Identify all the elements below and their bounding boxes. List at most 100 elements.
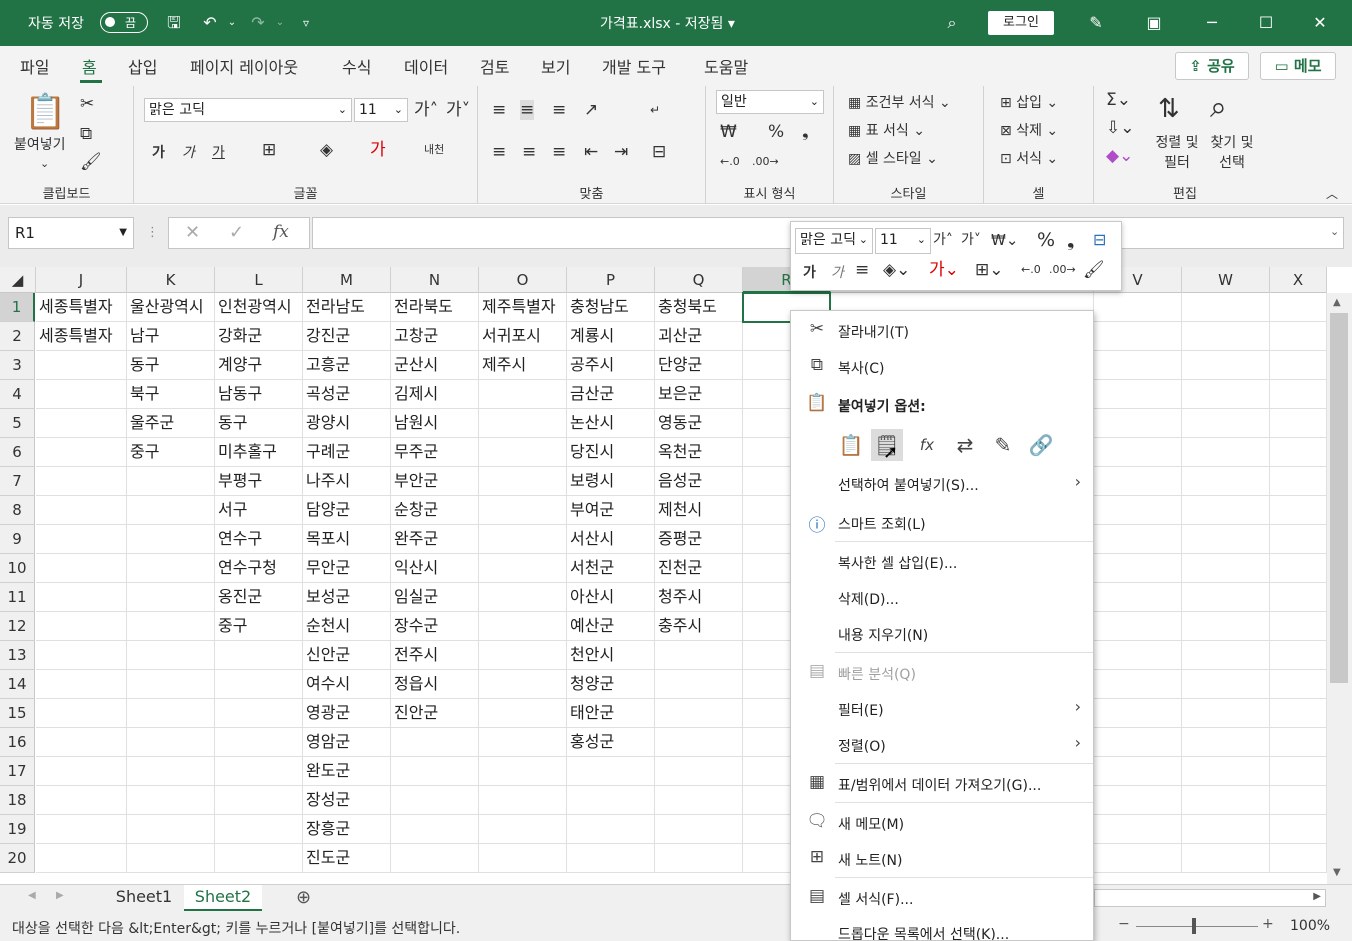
table-cell[interactable]: 보은군	[655, 380, 743, 409]
italic-button[interactable]: 가	[182, 142, 195, 162]
decrease-indent-icon[interactable]: ⇤	[584, 142, 598, 162]
table-cell[interactable]: 완주군	[391, 525, 479, 554]
table-cell[interactable]: 장흥군	[303, 815, 391, 844]
table-cell[interactable]: 서산시	[567, 525, 655, 554]
table-cell[interactable]	[1270, 438, 1327, 467]
table-cell[interactable]	[1182, 293, 1270, 322]
table-cell[interactable]	[36, 699, 127, 728]
table-cell[interactable]: 미추홀구	[215, 438, 303, 467]
table-cell[interactable]	[1182, 438, 1270, 467]
cancel-icon[interactable]: ✕	[185, 222, 200, 243]
table-cell[interactable]	[479, 728, 567, 757]
table-cell[interactable]: 곡성군	[303, 380, 391, 409]
percent-icon[interactable]: %	[768, 122, 784, 142]
table-cell[interactable]	[1270, 496, 1327, 525]
row-header-19[interactable]: 19	[0, 815, 35, 844]
increase-indent-icon[interactable]: ⇥	[614, 142, 628, 162]
table-cell[interactable]	[127, 525, 215, 554]
table-cell[interactable]: 장수군	[391, 612, 479, 641]
login-button[interactable]: 로그인	[988, 11, 1054, 35]
table-cell[interactable]	[1270, 380, 1327, 409]
table-cell[interactable]	[1270, 699, 1327, 728]
table-cell[interactable]: 충청남도	[567, 293, 655, 322]
row-header-4[interactable]: 4	[0, 380, 35, 409]
paste-option-transpose-icon[interactable]: ⇄	[949, 429, 981, 461]
align-bottom-icon[interactable]: ≡	[552, 100, 566, 120]
font-size-combo[interactable]: 11 ⌄	[354, 98, 408, 122]
table-cell[interactable]	[655, 728, 743, 757]
table-cell[interactable]: 순천시	[303, 612, 391, 641]
table-cell[interactable]	[215, 728, 303, 757]
paste-option-formulas-icon[interactable]: fx	[911, 429, 943, 461]
menu-item-insert-copied[interactable]: 복사한 셀 삽입(E)...	[791, 544, 1093, 578]
table-cell[interactable]: 서천군	[567, 554, 655, 583]
table-cell[interactable]: 중구	[127, 438, 215, 467]
table-cell[interactable]	[479, 380, 567, 409]
table-cell[interactable]: 구례군	[303, 438, 391, 467]
format-painter-icon[interactable]: 🖌	[80, 152, 102, 172]
sort-filter-button[interactable]: 정렬 및 필터	[1152, 132, 1202, 172]
align-right-icon[interactable]: ≡	[552, 142, 566, 162]
format-as-table-button[interactable]: ▦ 표 서식 ⌄	[848, 120, 925, 140]
table-cell[interactable]: 아산시	[567, 583, 655, 612]
table-cell[interactable]	[479, 438, 567, 467]
search-icon[interactable]: ⌕	[940, 11, 964, 35]
table-cell[interactable]	[1094, 351, 1182, 380]
column-header-p[interactable]: P	[567, 267, 655, 293]
table-cell[interactable]	[1094, 612, 1182, 641]
table-cell[interactable]: 계룡시	[567, 322, 655, 351]
align-middle-icon[interactable]: ≡	[520, 100, 535, 120]
table-cell[interactable]	[127, 467, 215, 496]
table-cell[interactable]	[1182, 844, 1270, 873]
collapse-ribbon-icon[interactable]: ︿	[1326, 184, 1338, 204]
table-cell[interactable]: 영광군	[303, 699, 391, 728]
table-cell[interactable]: 영동군	[655, 409, 743, 438]
table-cell[interactable]: 세종특별자	[36, 322, 127, 351]
table-cell[interactable]: 목포시	[303, 525, 391, 554]
insert-cells-button[interactable]: ⊞ 삽입 ⌄	[1000, 92, 1058, 112]
tab-help[interactable]: 도움말	[704, 54, 748, 78]
table-cell[interactable]	[479, 641, 567, 670]
table-cell[interactable]: 정읍시	[391, 670, 479, 699]
table-cell[interactable]: 동구	[215, 409, 303, 438]
table-cell[interactable]	[127, 583, 215, 612]
mini-merge-icon[interactable]: ⊟	[1093, 230, 1106, 250]
share-button[interactable]: ⇪ 공유	[1175, 52, 1249, 80]
table-cell[interactable]	[1094, 293, 1182, 322]
table-cell[interactable]	[215, 641, 303, 670]
table-cell[interactable]: 동구	[127, 351, 215, 380]
table-cell[interactable]	[1182, 786, 1270, 815]
table-cell[interactable]: 제주특별자	[479, 293, 567, 322]
column-header-l[interactable]: L	[215, 267, 303, 293]
menu-item-delete[interactable]: 삭제(D)...	[791, 580, 1093, 614]
table-cell[interactable]	[479, 786, 567, 815]
table-cell[interactable]	[36, 641, 127, 670]
menu-item-copy[interactable]: ⧉ 복사(C)	[791, 349, 1093, 383]
table-cell[interactable]	[1094, 409, 1182, 438]
table-cell[interactable]	[36, 380, 127, 409]
table-cell[interactable]	[479, 409, 567, 438]
menu-item-quick-analysis[interactable]: ▤ 빠른 분석(Q)	[791, 655, 1093, 689]
conditional-format-button[interactable]: ▦ 조건부 서식 ⌄	[848, 92, 951, 112]
row-header-6[interactable]: 6	[0, 438, 35, 467]
zoom-slider[interactable]	[1136, 926, 1258, 927]
table-cell[interactable]	[215, 844, 303, 873]
table-cell[interactable]: 영암군	[303, 728, 391, 757]
table-cell[interactable]	[127, 815, 215, 844]
column-header-n[interactable]: N	[391, 267, 479, 293]
table-cell[interactable]: 충주시	[655, 612, 743, 641]
scroll-thumb[interactable]	[1330, 313, 1348, 683]
tab-page-layout[interactable]: 페이지 레이아웃	[190, 54, 298, 78]
underline-button[interactable]: 가	[212, 142, 225, 162]
tab-formulas[interactable]: 수식	[342, 54, 371, 78]
table-cell[interactable]	[1094, 467, 1182, 496]
mini-font-color-icon[interactable]: 가⌄	[929, 260, 959, 280]
table-cell[interactable]	[1182, 612, 1270, 641]
menu-item-sort[interactable]: 정렬(O) ›	[791, 727, 1093, 761]
align-left-icon[interactable]: ≡	[492, 142, 506, 162]
table-cell[interactable]: 증평군	[655, 525, 743, 554]
undo-dropdown-icon[interactable]: ⌄	[220, 11, 244, 35]
menu-item-paste-special[interactable]: 선택하여 붙여넣기(S)... ›	[791, 466, 1093, 500]
row-header-2[interactable]: 2	[0, 322, 35, 351]
table-cell[interactable]	[479, 612, 567, 641]
